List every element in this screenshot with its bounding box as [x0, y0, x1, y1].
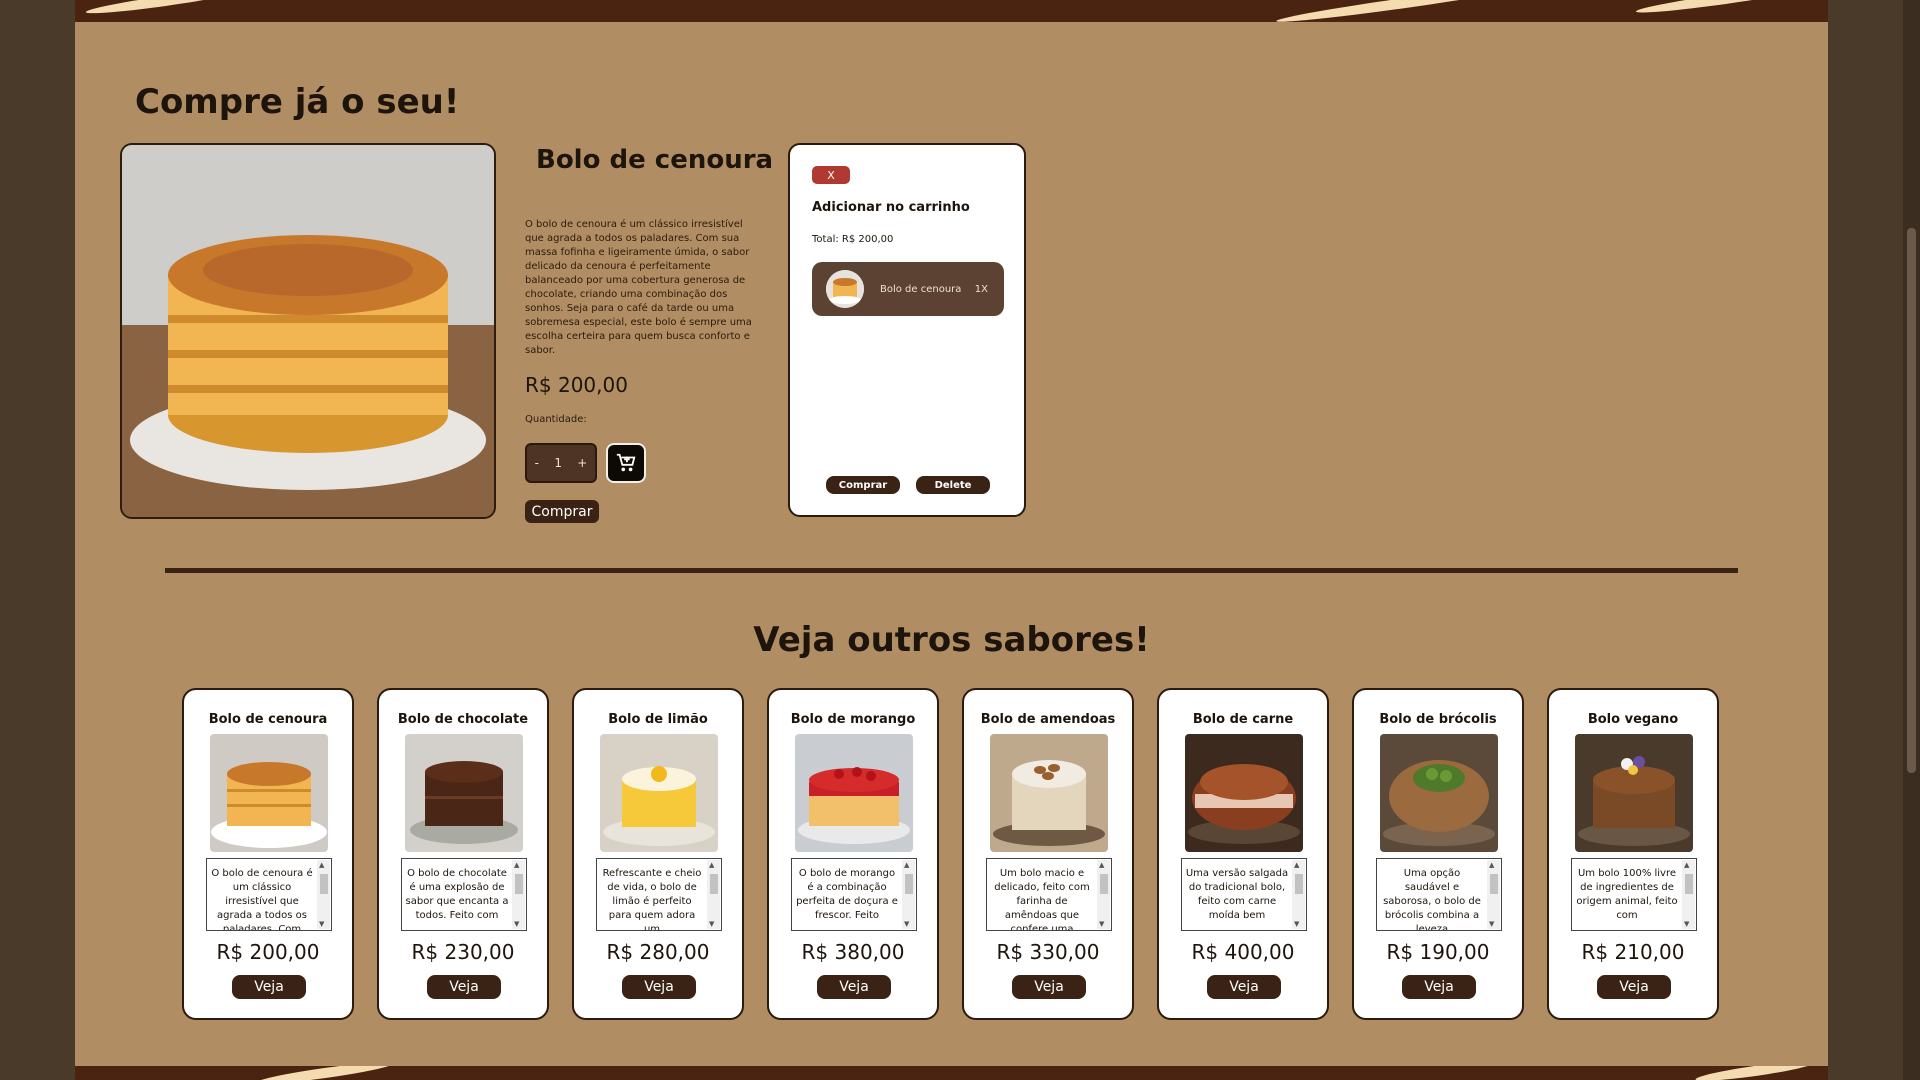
scrollbar[interactable]: ▲ ▼ [512, 860, 525, 929]
card-description: Um bolo macio e delicado, feito com fari… [994, 868, 1090, 931]
card-description-box[interactable]: Um bolo 100% livre de ingredientes de or… [1571, 858, 1697, 931]
cart-item-image [826, 270, 864, 308]
flavor-card: Bolo de morango O bolo de morango é a co… [767, 688, 939, 1020]
product-description: O bolo de cenoura é um clássico irresist… [525, 219, 752, 356]
cart-icon [616, 453, 636, 472]
page: Compre já o seu! Bolo de cenoura O bolo … [75, 0, 1828, 1080]
cart-item-quantity: 1X [974, 283, 988, 295]
flavor-card: Bolo de brócolis Uma opção saudável e sa… [1352, 688, 1524, 1020]
card-image [1185, 734, 1303, 852]
scrollbar[interactable]: ▲ ▼ [1682, 860, 1695, 929]
page-title: Compre já o seu! [135, 82, 460, 122]
cart-delete-button[interactable]: Delete [916, 476, 990, 494]
card-price: R$ 280,00 [606, 940, 710, 964]
quantity-value[interactable]: 1 [554, 456, 562, 470]
card-image [1380, 734, 1498, 852]
flavor-card: Bolo de carne Uma versão salgada do trad… [1157, 688, 1329, 1020]
card-image [990, 734, 1108, 852]
close-cart-button[interactable]: X [812, 166, 850, 184]
buy-button[interactable]: Comprar [525, 500, 599, 523]
card-title: Bolo de limão [608, 712, 708, 727]
card-description: Um bolo 100% livre de ingredientes de or… [1576, 868, 1678, 921]
card-title: Bolo de carne [1192, 712, 1294, 727]
product-image [120, 143, 496, 519]
card-description: O bolo de chocolate é uma explosão de sa… [405, 868, 509, 921]
card-image [600, 734, 718, 852]
card-description: O bolo de cenoura é um clássico irresist… [211, 868, 313, 931]
card-description: Uma versão salgada do tradicional bolo, … [1185, 868, 1289, 921]
card-title: Bolo de chocolate [397, 712, 529, 727]
card-image [795, 734, 913, 852]
card-image [210, 734, 328, 852]
card-description-box[interactable]: Um bolo macio e delicado, feito com fari… [986, 858, 1112, 931]
scrollbar[interactable]: ▲ ▼ [707, 860, 720, 929]
cart-buy-button[interactable]: Comprar [826, 476, 900, 494]
card-title: Bolo de cenoura [208, 712, 328, 727]
card-image [405, 734, 523, 852]
cart-item[interactable]: Bolo de cenoura 1X [812, 262, 1004, 316]
decrement-button[interactable]: - [535, 456, 539, 470]
scrollbar[interactable]: ▲ ▼ [902, 860, 915, 929]
quantity-stepper: - 1 + [525, 443, 597, 483]
card-description-box[interactable]: Refrescante e cheio de vida, o bolo de l… [596, 858, 722, 931]
flavor-card: Bolo de limão Refrescante e cheio de vid… [572, 688, 744, 1020]
card-description-box[interactable]: O bolo de chocolate é uma explosão de sa… [401, 858, 527, 931]
flavor-card: Bolo de chocolate O bolo de chocolate é … [377, 688, 549, 1020]
card-title: Bolo de brócolis [1379, 712, 1497, 727]
card-price: R$ 330,00 [996, 940, 1100, 964]
page-scrollbar[interactable] [1903, 0, 1920, 1080]
card-description: Refrescante e cheio de vida, o bolo de l… [602, 868, 702, 931]
card-description-box[interactable]: O bolo de morango é a combinação perfeit… [791, 858, 917, 931]
card-description-box[interactable]: Uma opção saudável e saborosa, o bolo de… [1376, 858, 1502, 931]
card-image [1575, 734, 1693, 852]
card-view-button[interactable]: Veja [622, 975, 696, 999]
card-view-button[interactable]: Veja [1597, 975, 1671, 999]
cart-item-name: Bolo de cenoura [880, 283, 962, 295]
card-view-button[interactable]: Veja [1207, 975, 1281, 999]
card-description-box[interactable]: O bolo de cenoura é um clássico irresist… [206, 858, 332, 931]
card-title: Bolo vegano [1587, 712, 1679, 727]
cart-total: Total: R$ 200,00 [812, 234, 894, 245]
scrollbar-thumb[interactable] [1907, 228, 1916, 773]
card-view-button[interactable]: Veja [817, 975, 891, 999]
card-title: Bolo de amendoas [980, 712, 1116, 727]
flavor-card: Bolo de amendoas Um bolo macio e delicad… [962, 688, 1134, 1020]
add-to-cart-button[interactable] [606, 443, 646, 483]
card-price: R$ 200,00 [216, 940, 320, 964]
card-price: R$ 380,00 [801, 940, 905, 964]
cart-panel: X Adicionar no carrinho Total: R$ 200,00… [788, 143, 1026, 517]
scrollbar[interactable]: ▲ ▼ [317, 860, 330, 929]
card-description: Uma opção saudável e saborosa, o bolo de… [1383, 868, 1481, 931]
others-title: Veja outros sabores! [753, 620, 1150, 660]
increment-button[interactable]: + [577, 456, 587, 470]
card-view-button[interactable]: Veja [1402, 975, 1476, 999]
flavor-card: Bolo de cenoura O bolo de cenoura é um c… [182, 688, 354, 1020]
quantity-label: Quantidade: [525, 414, 587, 425]
product-title: Bolo de cenoura [536, 145, 774, 175]
top-decor-band [75, 0, 1828, 22]
card-price: R$ 210,00 [1581, 940, 1685, 964]
scrollbar[interactable]: ▲ ▼ [1292, 860, 1305, 929]
card-price: R$ 190,00 [1386, 940, 1490, 964]
card-view-button[interactable]: Veja [232, 975, 306, 999]
scrollbar[interactable]: ▲ ▼ [1487, 860, 1500, 929]
flavor-card: Bolo vegano Um bolo 100% livre de ingred… [1547, 688, 1719, 1020]
card-description-box[interactable]: Uma versão salgada do tradicional bolo, … [1181, 858, 1307, 931]
section-divider [165, 568, 1738, 573]
card-view-button[interactable]: Veja [1012, 975, 1086, 999]
bottom-decor-band [75, 1066, 1828, 1080]
cart-title: Adicionar no carrinho [812, 200, 970, 215]
card-view-button[interactable]: Veja [427, 975, 501, 999]
card-title: Bolo de morango [790, 712, 916, 727]
card-description: O bolo de morango é a combinação perfeit… [796, 868, 898, 921]
scrollbar[interactable]: ▲ ▼ [1097, 860, 1110, 929]
card-price: R$ 230,00 [411, 940, 515, 964]
card-price: R$ 400,00 [1191, 940, 1295, 964]
product-price: R$ 200,00 [525, 373, 628, 397]
